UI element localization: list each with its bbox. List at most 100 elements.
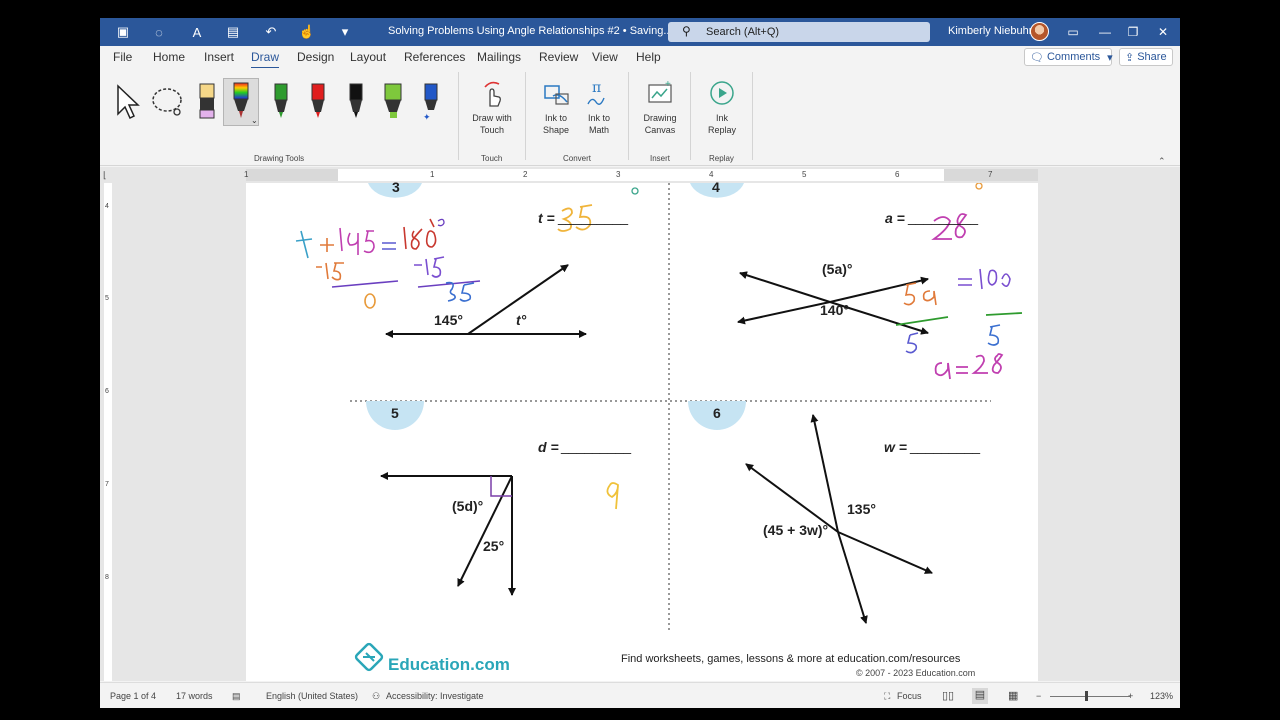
horizontal-ruler[interactable]: 1 1 2 3 4 5 6 7: [244, 169, 1038, 181]
tab-layout[interactable]: Layout: [350, 50, 386, 64]
tab-home[interactable]: Home: [153, 50, 185, 64]
focus-mode[interactable]: Focus: [897, 691, 922, 701]
user-name[interactable]: Kimberly Niebuhr: [948, 25, 1032, 37]
touch-mode-icon[interactable]: ☝: [296, 22, 318, 42]
p5-angle-1: (5d)°: [452, 498, 484, 514]
word-count[interactable]: 17 words: [176, 691, 213, 701]
green-pen-icon[interactable]: [270, 82, 292, 122]
ruler-label: 1: [430, 170, 435, 179]
web-layout-icon[interactable]: ▦: [1008, 689, 1018, 702]
search-box[interactable]: ⚲ Search (Alt+Q): [668, 22, 930, 42]
page-count[interactable]: Page 1 of 4: [110, 691, 156, 701]
tab-design[interactable]: Design: [297, 50, 334, 64]
rainbow-pen-icon[interactable]: [230, 81, 252, 121]
problem-3-number: 3: [392, 179, 400, 195]
undo-icon[interactable]: ↶: [260, 22, 282, 42]
read-mode-icon[interactable]: ▯▯: [942, 689, 954, 702]
drawing-canvas-button[interactable]: + Drawing Canvas: [635, 78, 685, 136]
ink-replay-button[interactable]: Ink Replay: [697, 78, 747, 136]
ribbon-separator: [690, 72, 691, 160]
ink-to-shape-line1: Ink to: [544, 113, 567, 123]
ink-to-shape-icon: [544, 85, 569, 105]
highlighter-icon[interactable]: [382, 82, 404, 122]
accessibility-status[interactable]: Accessibility: Investigate: [386, 691, 484, 701]
draw-with-touch-line2: Touch: [479, 125, 505, 135]
p4-answer-blank[interactable]: _________: [908, 209, 978, 225]
close-icon[interactable]: ✕: [1150, 22, 1176, 42]
svg-text:✦: ✦: [423, 112, 431, 122]
accessibility-icon: ⚇: [372, 691, 381, 701]
language[interactable]: English (United States): [266, 691, 358, 701]
p6-line-b2: [837, 531, 933, 574]
vertical-ruler[interactable]: 4 5 6 7 8: [100, 183, 116, 681]
tab-view[interactable]: View: [592, 50, 618, 64]
title-bar: ▣ ◌ A ▤ ↶ ☝ ▾ Solving Problems Using Ang…: [100, 18, 1180, 46]
ink-stroke: [331, 280, 399, 288]
ink-stroke: [903, 282, 937, 306]
tab-draw[interactable]: Draw: [251, 50, 280, 69]
draw-with-touch-button[interactable]: Draw with Touch: [467, 78, 517, 136]
ribbon-display-icon[interactable]: ▭: [1060, 22, 1086, 42]
print-layout-icon[interactable]: ▤: [972, 688, 988, 704]
read-aloud-icon[interactable]: A: [186, 22, 208, 42]
ink-stroke: [445, 281, 475, 302]
svg-text:π: π: [592, 80, 601, 96]
zoom-slider-thumb[interactable]: [1085, 691, 1088, 701]
share-button[interactable]: ⇪ Share: [1119, 48, 1173, 66]
p4-angle-1: (5a)°: [822, 261, 853, 277]
search-icon: ⚲: [682, 24, 691, 38]
proofing-icon[interactable]: ▤: [232, 691, 241, 702]
red-pen-icon[interactable]: [307, 82, 329, 122]
comments-button[interactable]: 🗨 Comments ▾: [1024, 48, 1113, 66]
tab-file[interactable]: File: [113, 50, 132, 64]
ink-replay-icon: [710, 81, 734, 105]
tab-references[interactable]: References: [404, 50, 465, 64]
education-logo-text: Education.com: [388, 655, 510, 674]
autosave-icon[interactable]: ▣: [112, 22, 134, 42]
p3-answer-label: t =: [538, 210, 555, 226]
avatar[interactable]: [1030, 22, 1049, 41]
tab-selector-icon[interactable]: ⌊: [103, 170, 113, 180]
ink-stroke: [295, 230, 313, 259]
sync-icon[interactable]: ◌: [148, 22, 170, 42]
ink-stroke: [437, 218, 445, 227]
ink-stroke: [316, 262, 344, 281]
restore-icon[interactable]: ❐: [1120, 22, 1146, 42]
zoom-in-icon[interactable]: +: [1128, 691, 1133, 701]
drawing-canvas-icon: +: [648, 79, 672, 103]
zoom-out-icon[interactable]: −: [1036, 691, 1041, 701]
ink-to-math-button[interactable]: π Ink to Math: [574, 78, 624, 136]
ink-to-math-icon: π: [587, 80, 605, 105]
tab-insert[interactable]: Insert: [204, 50, 234, 64]
ink-to-math-line2: Math: [588, 125, 609, 135]
p5-answer-blank[interactable]: _________: [561, 438, 631, 454]
minimize-icon[interactable]: —: [1092, 22, 1118, 42]
customize-toolbar-icon[interactable]: ▾: [334, 22, 356, 42]
tab-mailings[interactable]: Mailings: [477, 50, 521, 64]
drawing-canvas-line1: Drawing: [643, 113, 677, 123]
tab-review[interactable]: Review: [539, 50, 578, 64]
eraser-icon[interactable]: [196, 82, 218, 122]
document-title[interactable]: Solving Problems Using Angle Relationshi…: [388, 25, 673, 37]
tab-help[interactable]: Help: [636, 50, 661, 64]
quick-access-icon[interactable]: ▤: [222, 22, 244, 42]
zoom-slider[interactable]: [1050, 696, 1130, 697]
select-arrow-icon[interactable]: [114, 84, 140, 120]
p6-angle-2: (45 + 3w)°: [763, 522, 829, 538]
black-pen-icon[interactable]: [345, 82, 367, 122]
action-pen-icon[interactable]: ✦: [420, 82, 442, 122]
ink-stroke: [958, 268, 1011, 290]
p3-answer-blank[interactable]: _________: [558, 209, 628, 225]
ruler-label: 5: [802, 170, 807, 179]
ink-stroke: [631, 187, 639, 195]
p6-line-a1: [810, 414, 839, 533]
pen-dropdown-icon[interactable]: ⌄: [251, 116, 258, 125]
ink-replay-line2: Replay: [707, 125, 736, 135]
lasso-select-icon[interactable]: [150, 86, 188, 118]
zoom-level[interactable]: 123%: [1150, 691, 1173, 701]
collapse-ribbon-icon[interactable]: ⌃: [1158, 156, 1166, 167]
ruler-label: 5: [105, 295, 109, 302]
p6-answer-label: w =: [884, 439, 907, 455]
p6-answer-blank[interactable]: _________: [910, 438, 980, 454]
document-page[interactable]: 3 4 5 6 t = _________ a = _________ d = …: [246, 179, 1038, 681]
